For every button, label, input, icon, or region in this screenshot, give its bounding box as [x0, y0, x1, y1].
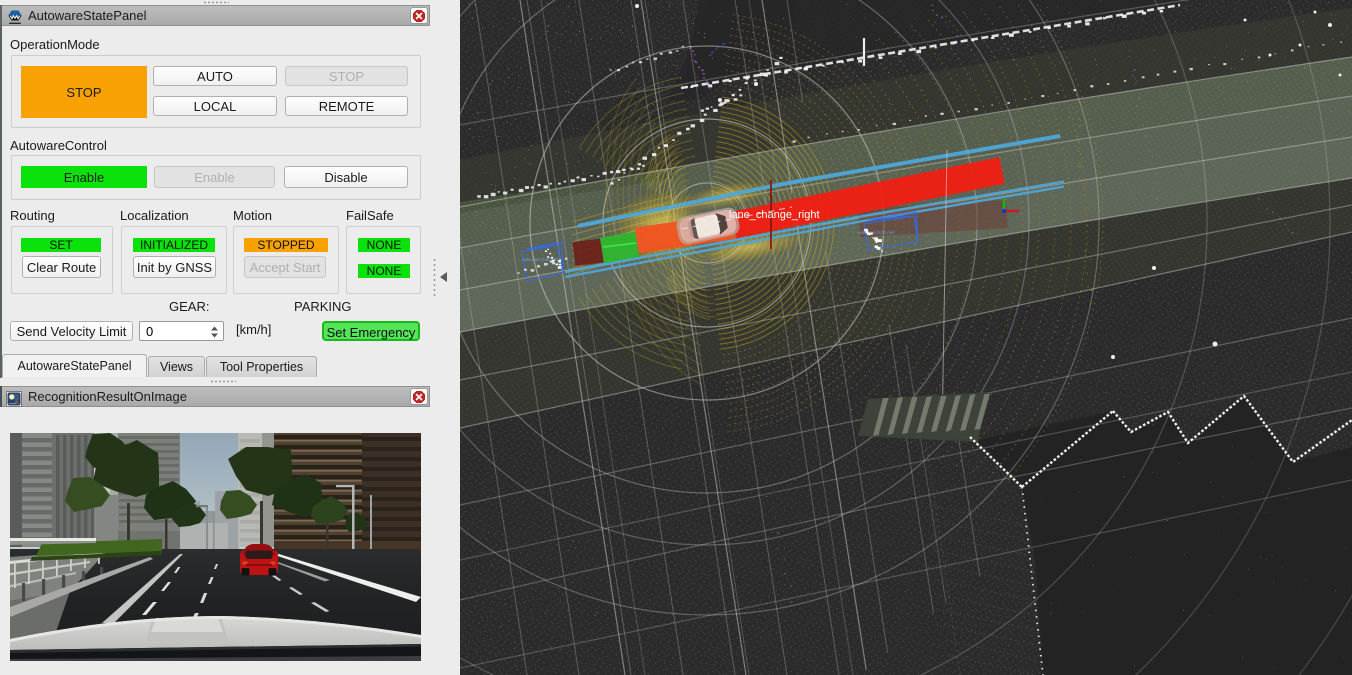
svg-text:lane_change_right: lane_change_right [729, 209, 820, 221]
svg-text:unknown 0.00 m/s: unknown 0.00 m/s [858, 230, 895, 235]
